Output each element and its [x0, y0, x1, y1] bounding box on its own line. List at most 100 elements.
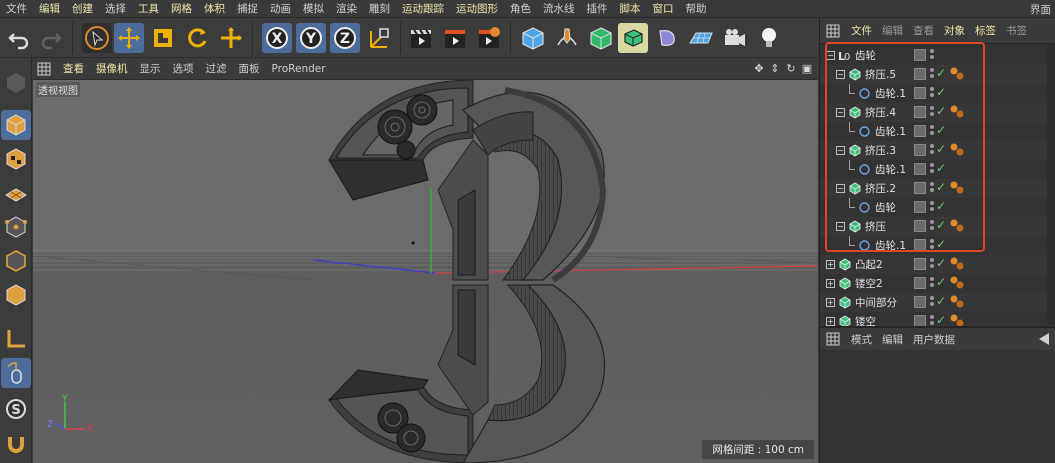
light-button[interactable]: [754, 23, 784, 53]
object-row[interactable]: − 挤压.4 ✓: [820, 103, 1055, 122]
object-manager-tab-0[interactable]: 文件: [846, 23, 877, 38]
enabled-check-icon[interactable]: ✓: [936, 85, 946, 99]
solo-button[interactable]: S: [1, 394, 31, 424]
object-manager-tab-3[interactable]: 对象: [939, 23, 970, 38]
editor-render-dots-icon[interactable]: [930, 258, 934, 270]
object-row[interactable]: 齿轮.1 ✓: [820, 236, 1055, 255]
polygons-mode-button[interactable]: [1, 280, 31, 310]
expand-toggle-icon[interactable]: −: [836, 108, 845, 117]
enabled-check-icon[interactable]: ✓: [936, 123, 946, 137]
floor-button[interactable]: [686, 23, 716, 53]
visibility-toggle-icon[interactable]: [914, 144, 926, 156]
menu-item-11[interactable]: 雕刻: [363, 1, 396, 16]
snap-button[interactable]: [1, 324, 31, 354]
object-manager-tab-2[interactable]: 查看: [908, 23, 939, 38]
visibility-toggle-icon[interactable]: [914, 182, 926, 194]
viewport-menu-item-6[interactable]: ProRender: [266, 63, 332, 75]
panel-grid-icon[interactable]: [37, 62, 51, 76]
object-manager-tab-1[interactable]: 编辑: [877, 23, 908, 38]
editor-render-dots-icon[interactable]: [930, 163, 934, 175]
deformer-button[interactable]: [652, 23, 682, 53]
scale-tool-button[interactable]: [148, 23, 178, 53]
orbit-icon[interactable]: ↻: [784, 61, 798, 75]
editor-render-dots-icon[interactable]: [930, 49, 934, 61]
object-name[interactable]: 挤压.3: [865, 143, 896, 158]
attribute-manager-tab-2[interactable]: 用户数据: [908, 332, 960, 347]
object-row[interactable]: − 挤压.2 ✓: [820, 179, 1055, 198]
object-name[interactable]: 挤压.5: [865, 67, 896, 82]
object-name[interactable]: 齿轮: [855, 48, 876, 63]
editor-render-dots-icon[interactable]: [930, 68, 934, 80]
editor-render-dots-icon[interactable]: [930, 239, 934, 251]
editor-render-dots-icon[interactable]: [930, 296, 934, 308]
visibility-toggle-icon[interactable]: [914, 163, 926, 175]
menu-item-15[interactable]: 流水线: [537, 1, 581, 16]
object-name[interactable]: 挤压.2: [865, 181, 896, 196]
extrude-generator-button[interactable]: [618, 23, 648, 53]
maximize-view-icon[interactable]: ▣: [800, 61, 814, 75]
expand-toggle-icon[interactable]: +: [826, 279, 835, 288]
render-to-picture-viewer-button[interactable]: [440, 23, 470, 53]
object-row[interactable]: − 挤压.5 ✓: [820, 65, 1055, 84]
object-name[interactable]: 挤压: [865, 219, 886, 234]
edges-mode-button[interactable]: [1, 246, 31, 276]
editor-render-dots-icon[interactable]: [930, 220, 934, 232]
workplane-mode-button[interactable]: [1, 178, 31, 208]
undo-button[interactable]: [4, 23, 34, 53]
coordinate-system-button[interactable]: [364, 23, 394, 53]
visibility-toggle-icon[interactable]: [914, 106, 926, 118]
object-row[interactable]: + 中间部分 ✓: [820, 293, 1055, 312]
menu-item-4[interactable]: 工具: [132, 1, 165, 16]
dolly-icon[interactable]: ⇕: [768, 61, 782, 75]
object-row[interactable]: − 挤压.3 ✓: [820, 141, 1055, 160]
texture-mode-button[interactable]: [1, 144, 31, 174]
enabled-check-icon[interactable]: ✓: [936, 218, 946, 232]
menu-item-9[interactable]: 模拟: [297, 1, 330, 16]
expand-toggle-icon[interactable]: +: [826, 260, 835, 269]
camera-button[interactable]: [720, 23, 750, 53]
menu-item-14[interactable]: 角色: [504, 1, 537, 16]
visibility-toggle-icon[interactable]: [914, 68, 926, 80]
phong-tag-icon[interactable]: [949, 219, 965, 233]
menu-item-16[interactable]: 插件: [581, 1, 614, 16]
object-name[interactable]: 镂空2: [855, 276, 883, 291]
object-manager-tab-4[interactable]: 标签: [970, 23, 1001, 38]
magnet-button[interactable]: [1, 430, 31, 460]
menu-item-13[interactable]: 运动图形: [450, 1, 504, 16]
object-row[interactable]: 齿轮.1 ✓: [820, 122, 1055, 141]
expand-toggle-icon[interactable]: −: [836, 70, 845, 79]
viewport-menu-item-1[interactable]: 摄像机: [90, 61, 134, 76]
back-arrow-icon[interactable]: [1039, 333, 1049, 345]
enabled-check-icon[interactable]: ✓: [936, 237, 946, 251]
enabled-check-icon[interactable]: ✓: [936, 294, 946, 308]
enabled-check-icon[interactable]: ✓: [936, 275, 946, 289]
object-name[interactable]: 齿轮.1: [875, 124, 906, 139]
object-manager-tab-5[interactable]: 书签: [1001, 23, 1032, 38]
object-name[interactable]: 中间部分: [855, 295, 897, 310]
enabled-check-icon[interactable]: ✓: [936, 66, 946, 80]
visibility-toggle-icon[interactable]: [914, 87, 926, 99]
enabled-check-icon[interactable]: ✓: [936, 142, 946, 156]
enabled-check-icon[interactable]: ✓: [936, 313, 946, 327]
expand-toggle-icon[interactable]: +: [826, 317, 835, 326]
expand-toggle-icon[interactable]: −: [826, 51, 835, 60]
object-tree-scrollbar[interactable]: [1047, 44, 1055, 325]
menu-item-1[interactable]: 编辑: [33, 1, 66, 16]
viewport-menu-item-3[interactable]: 选项: [167, 61, 200, 76]
menu-item-6[interactable]: 体积: [198, 1, 231, 16]
enabled-check-icon[interactable]: ✓: [936, 161, 946, 175]
object-mode-button[interactable]: [1, 110, 31, 140]
menu-item-7[interactable]: 捕捉: [231, 1, 264, 16]
panel-grid-icon[interactable]: [826, 24, 840, 38]
menu-item-0[interactable]: 文件: [0, 1, 33, 16]
enabled-check-icon[interactable]: ✓: [936, 104, 946, 118]
viewport-menu-item-5[interactable]: 面板: [233, 61, 266, 76]
layout-label[interactable]: 界面: [1030, 2, 1051, 17]
menu-item-12[interactable]: 运动跟踪: [396, 1, 450, 16]
visibility-toggle-icon[interactable]: [914, 125, 926, 137]
editor-render-dots-icon[interactable]: [930, 106, 934, 118]
object-name[interactable]: 齿轮: [875, 200, 896, 215]
lock-y-button[interactable]: Y: [296, 23, 326, 53]
viewport-menu-item-0[interactable]: 查看: [57, 61, 90, 76]
visibility-toggle-icon[interactable]: [914, 220, 926, 232]
